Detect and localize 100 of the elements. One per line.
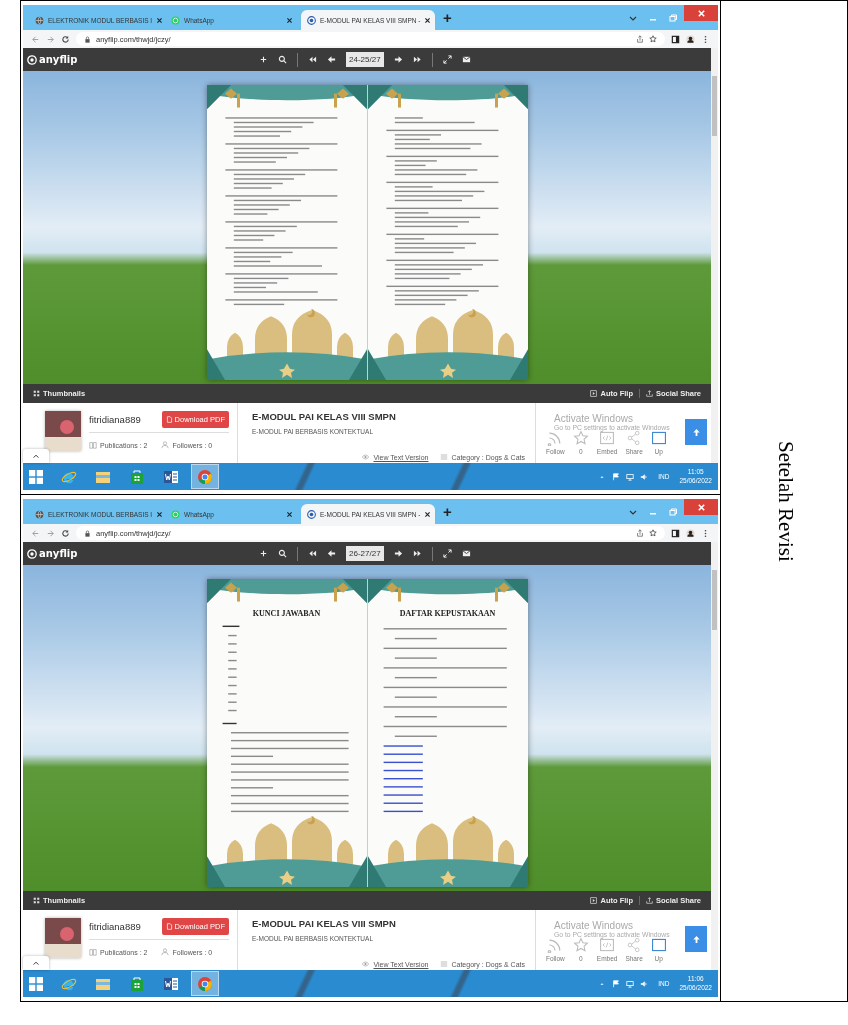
search-icon[interactable] [278, 55, 287, 64]
share-icon[interactable] [636, 35, 644, 43]
previous-arrow-icon[interactable] [327, 549, 336, 558]
activation-notice-title: Activate Windows [554, 413, 634, 424]
fullscreen-icon[interactable] [442, 549, 452, 558]
lock-icon [84, 35, 91, 43]
share-icon [626, 430, 643, 446]
book-icon [89, 441, 97, 449]
book-page[interactable]: KUNCI JAWABAN [206, 579, 367, 887]
speaker-icon[interactable] [640, 979, 649, 988]
arrow-up-icon [691, 934, 701, 944]
first-page-icon[interactable] [308, 549, 317, 558]
anyflip-logo[interactable]: anyflip [27, 548, 78, 559]
eye-icon [361, 960, 371, 968]
anyflip-logo[interactable]: anyflip [27, 54, 78, 65]
globe-icon [35, 509, 44, 519]
windows-start-icon[interactable] [29, 469, 43, 484]
globe-icon [35, 15, 44, 25]
circle-icon [307, 509, 316, 519]
windows-start-icon[interactable] [29, 976, 43, 991]
page-number-field[interactable]: 26-27/27 [346, 546, 384, 561]
document-app-icon [163, 468, 179, 485]
side-panel-icon[interactable] [671, 34, 680, 44]
reload-icon[interactable] [61, 528, 70, 538]
shopping-bag-icon [129, 975, 145, 992]
close-icon [696, 8, 706, 18]
eye-icon [361, 453, 371, 461]
shopping-bag-icon [129, 468, 145, 485]
chevron-up-icon [32, 452, 40, 460]
grid-icon [33, 897, 40, 904]
chat-bubble-icon [171, 509, 180, 519]
close-icon[interactable] [286, 510, 293, 518]
book-title: E-MODUL PAI KELAS VIII SMPN [252, 918, 397, 929]
zoom-in-icon[interactable] [259, 549, 268, 558]
scrollbar[interactable] [711, 542, 718, 970]
page-heading: DAFTAR KEPUSTAKAAN [399, 609, 496, 618]
side-panel-icon[interactable] [671, 528, 680, 538]
network-icon[interactable] [626, 979, 635, 988]
grid-icon [33, 390, 40, 397]
flag-icon[interactable] [612, 979, 621, 988]
code-icon [599, 937, 616, 953]
lock-icon [84, 529, 91, 537]
chrome-icon [197, 468, 213, 485]
window-close-button[interactable] [684, 499, 718, 515]
scrollbar[interactable] [711, 48, 718, 463]
taskbar-app-button[interactable] [191, 971, 219, 996]
page-heading: KUNCI JAWABAN [252, 609, 321, 618]
star-icon[interactable] [649, 529, 657, 537]
first-page-icon[interactable] [308, 55, 317, 64]
last-page-icon[interactable] [412, 55, 422, 64]
zoom-in-icon[interactable] [259, 55, 268, 64]
chrome-icon [197, 975, 213, 992]
new-tab-button[interactable]: + [437, 501, 458, 522]
chevron-up-icon [32, 959, 40, 967]
previous-arrow-icon[interactable] [327, 55, 336, 64]
page-number-field[interactable]: 24-25/27 [346, 52, 384, 67]
star-icon[interactable] [649, 35, 657, 43]
star-icon [572, 430, 589, 446]
fullscreen-icon[interactable] [442, 55, 452, 64]
search-icon[interactable] [278, 549, 287, 558]
book-page[interactable] [366, 85, 528, 380]
flag-icon[interactable] [612, 472, 621, 481]
share-icon[interactable] [636, 529, 644, 537]
list-icon [440, 453, 449, 461]
author-name[interactable]: fitridiana889 [89, 921, 141, 932]
close-icon[interactable] [424, 16, 432, 24]
close-icon[interactable] [156, 510, 164, 518]
close-icon[interactable] [424, 510, 432, 518]
play-icon [590, 390, 598, 397]
reload-icon[interactable] [61, 34, 70, 44]
scroll-to-top-button[interactable] [685, 419, 707, 445]
document-icon [165, 416, 173, 423]
person-icon [161, 441, 170, 449]
document-app-icon [163, 975, 179, 992]
mail-icon[interactable] [461, 55, 471, 64]
close-icon[interactable] [156, 16, 164, 24]
mail-icon[interactable] [461, 549, 471, 558]
book-page[interactable] [206, 85, 367, 380]
close-icon[interactable] [286, 16, 293, 24]
person-icon [161, 948, 170, 956]
avatar-icon[interactable] [686, 528, 695, 538]
scroll-to-top-button[interactable] [685, 926, 707, 952]
taskbar-app-button[interactable] [191, 464, 219, 489]
share-icon [645, 897, 653, 904]
book-title: E-MODUL PAI KELAS VIII SMPN [252, 411, 397, 422]
code-icon [599, 430, 616, 446]
at-sign-icon [27, 54, 37, 65]
next-arrow-icon[interactable] [393, 549, 403, 558]
last-page-icon[interactable] [412, 549, 422, 558]
speaker-icon[interactable] [640, 472, 649, 481]
book-page[interactable]: DAFTAR KEPUSTAKAAN [366, 579, 528, 887]
author-name[interactable]: fitridiana889 [89, 414, 141, 425]
window-close-button[interactable] [684, 5, 718, 21]
avatar-icon[interactable] [686, 34, 695, 44]
network-icon[interactable] [626, 472, 635, 481]
next-arrow-icon[interactable] [393, 55, 403, 64]
new-tab-button[interactable]: + [437, 7, 458, 28]
star-icon [572, 937, 589, 953]
circle-icon [307, 15, 316, 25]
arrow-up-icon [691, 427, 701, 437]
